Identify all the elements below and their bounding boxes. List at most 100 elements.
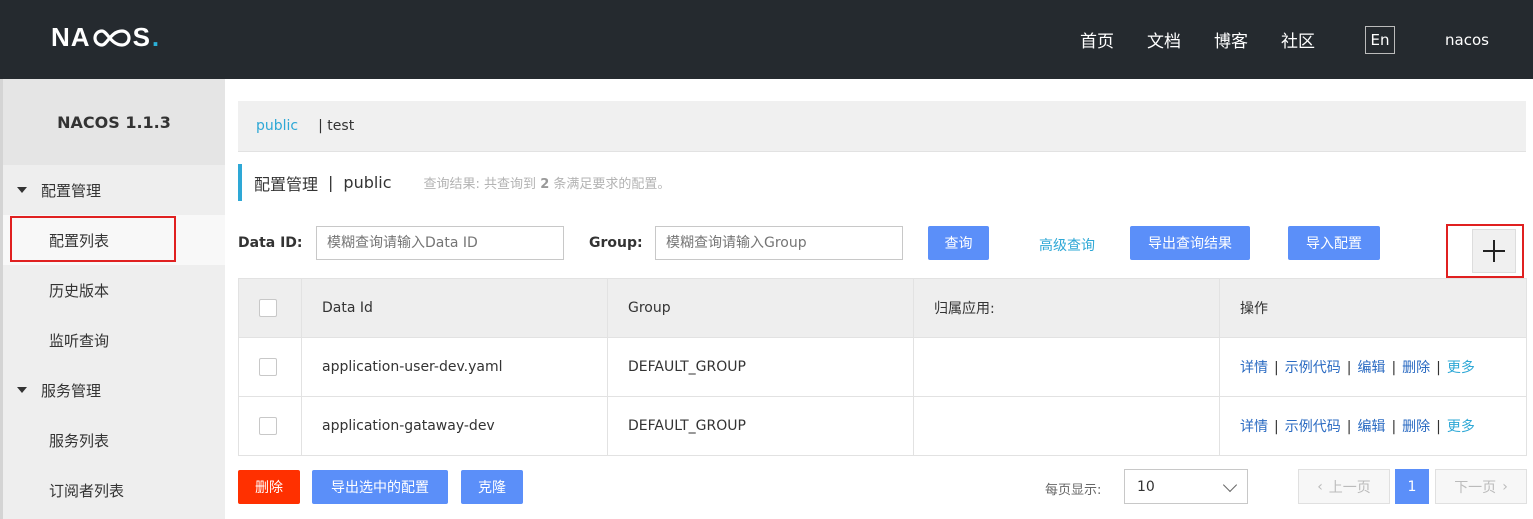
detail-link[interactable]: 详情 (1240, 419, 1268, 435)
nav-community[interactable]: 社区 (1281, 27, 1315, 52)
data-id-input[interactable] (316, 226, 564, 260)
prev-page-button[interactable]: ‹ 上一页 (1298, 469, 1390, 504)
page-title: 配置管理 (254, 174, 319, 194)
op-sep: | (1274, 419, 1279, 435)
sidebar-group-label: 服务管理 (41, 381, 102, 400)
result-count: 2 (540, 177, 550, 192)
op-sep: | (1391, 360, 1397, 376)
group-label: Group: (589, 235, 643, 251)
logo-letter: A (70, 22, 91, 52)
search-toolbar: Data ID: Group: 查询 高级查询 导出查询结果 导入配置 (238, 226, 1528, 276)
import-config-button[interactable]: 导入配置 (1288, 226, 1380, 260)
column-header-ops: 操作 (1219, 278, 1527, 338)
sidebar-item-history[interactable]: 历史版本 (3, 265, 225, 315)
more-link[interactable]: 更多 (1447, 419, 1475, 435)
page-size-select[interactable]: 10 (1124, 469, 1248, 504)
sidebar-item-listener-query[interactable]: 监听查询 (3, 315, 225, 365)
namespace-bar: public | test (238, 101, 1526, 152)
page-size-value: 10 (1137, 478, 1155, 495)
op-sep: | (1274, 360, 1279, 376)
caret-down-icon (17, 387, 27, 393)
cell-data-id: application-user-dev.yaml (301, 337, 608, 397)
select-all-cell (238, 278, 302, 338)
column-header-app[interactable]: 归属应用: (913, 278, 1220, 338)
op-sep: | (1436, 419, 1441, 435)
namespace-public-link[interactable]: public (256, 118, 298, 134)
top-navbar: NA S. 首页 文档 博客 社区 En nacos (0, 0, 1533, 79)
sidebar-group-label: 配置管理 (41, 181, 102, 200)
chevron-down-icon (1222, 477, 1238, 493)
edit-link[interactable]: 编辑 (1357, 360, 1385, 376)
next-page-label: 下一页 (1454, 479, 1497, 496)
config-table: Data Id Group 归属应用: 操作 application-user-… (238, 278, 1527, 456)
sample-code-link[interactable]: 示例代码 (1285, 419, 1341, 435)
logo-dot: . (151, 22, 161, 52)
row-checkbox[interactable] (259, 417, 277, 435)
sidebar-item-service-list[interactable]: 服务列表 (3, 415, 225, 465)
summary-prefix: 查询结果: 共查询到 (423, 177, 537, 192)
data-id-label: Data ID: (238, 235, 303, 251)
cell-ops: 详情 | 示例代码 | 编辑 | 删除 | 更多 (1219, 337, 1527, 397)
sidebar: NACOS 1.1.3 配置管理 配置列表 历史版本 监听查询 服务管理 服务列… (0, 79, 225, 519)
query-button[interactable]: 查询 (928, 226, 989, 260)
op-sep: | (1436, 360, 1441, 376)
table-row: application-gataway-dev DEFAULT_GROUP 详情… (238, 396, 1527, 456)
add-config-button[interactable] (1472, 229, 1516, 273)
current-page-button[interactable]: 1 (1395, 469, 1429, 504)
plus-icon (1483, 240, 1505, 262)
row-checkbox[interactable] (259, 358, 277, 376)
top-nav: 首页 文档 博客 社区 En nacos (1080, 0, 1533, 79)
column-header-group[interactable]: Group (607, 278, 914, 338)
advanced-query-link[interactable]: 高级查询 (1039, 235, 1095, 255)
column-header-data-id[interactable]: Data Id (301, 278, 608, 338)
chevron-right-icon: › (1502, 478, 1508, 495)
op-sep: | (1346, 360, 1352, 376)
page-title-sep: | (328, 173, 334, 192)
sidebar-group-config[interactable]: 配置管理 (3, 165, 225, 215)
logo-letter: N (51, 22, 71, 52)
sidebar-item-subscriber-list[interactable]: 订阅者列表 (3, 465, 225, 515)
export-selected-button[interactable]: 导出选中的配置 (312, 470, 448, 504)
namespace-test-link[interactable]: | test (318, 118, 354, 134)
next-page-button[interactable]: 下一页 › (1435, 469, 1527, 504)
caret-down-icon (17, 187, 27, 193)
select-all-checkbox[interactable] (259, 299, 277, 317)
detail-link[interactable]: 详情 (1240, 360, 1268, 376)
page-heading: 配置管理 | public 查询结果: 共查询到 2 条满足要求的配置。 (238, 164, 670, 201)
export-results-button[interactable]: 导出查询结果 (1130, 226, 1250, 260)
sample-code-link[interactable]: 示例代码 (1285, 360, 1341, 376)
nav-home[interactable]: 首页 (1080, 27, 1114, 52)
nacos-logo[interactable]: NA S. (51, 22, 160, 53)
nav-blog[interactable]: 博客 (1214, 27, 1248, 52)
delete-link[interactable]: 删除 (1402, 419, 1430, 435)
query-result-summary: 查询结果: 共查询到 2 条满足要求的配置。 (424, 173, 671, 192)
cell-data-id: application-gataway-dev (301, 396, 608, 456)
language-toggle-button[interactable]: En (1365, 25, 1396, 54)
more-link[interactable]: 更多 (1447, 360, 1475, 376)
sidebar-item-config-list[interactable]: 配置列表 (3, 215, 225, 265)
user-name[interactable]: nacos (1445, 31, 1489, 49)
sidebar-title: NACOS 1.1.3 (3, 79, 225, 165)
cell-group: DEFAULT_GROUP (607, 396, 914, 456)
row-select-cell (238, 337, 302, 397)
clone-button[interactable]: 克隆 (461, 470, 523, 504)
group-input[interactable] (655, 226, 903, 260)
op-sep: | (1391, 419, 1397, 435)
infinity-logo-icon (92, 27, 132, 49)
nav-docs[interactable]: 文档 (1147, 27, 1181, 52)
delete-link[interactable]: 删除 (1402, 360, 1430, 376)
table-header-row: Data Id Group 归属应用: 操作 (238, 278, 1527, 338)
table-row: application-user-dev.yaml DEFAULT_GROUP … (238, 337, 1527, 397)
sidebar-group-service[interactable]: 服务管理 (3, 365, 225, 415)
page-namespace: public (343, 173, 392, 192)
page-size-label: 每页显示: (1045, 483, 1102, 498)
cell-app (913, 337, 1220, 397)
batch-delete-button[interactable]: 删除 (238, 470, 300, 504)
chevron-left-icon: ‹ (1317, 478, 1323, 495)
cell-ops: 详情 | 示例代码 | 编辑 | 删除 | 更多 (1219, 396, 1527, 456)
logo-letter: S (132, 22, 151, 52)
summary-suffix: 条满足要求的配置。 (553, 177, 671, 192)
edit-link[interactable]: 编辑 (1357, 419, 1385, 435)
op-sep: | (1346, 419, 1352, 435)
prev-page-label: 上一页 (1328, 479, 1371, 496)
